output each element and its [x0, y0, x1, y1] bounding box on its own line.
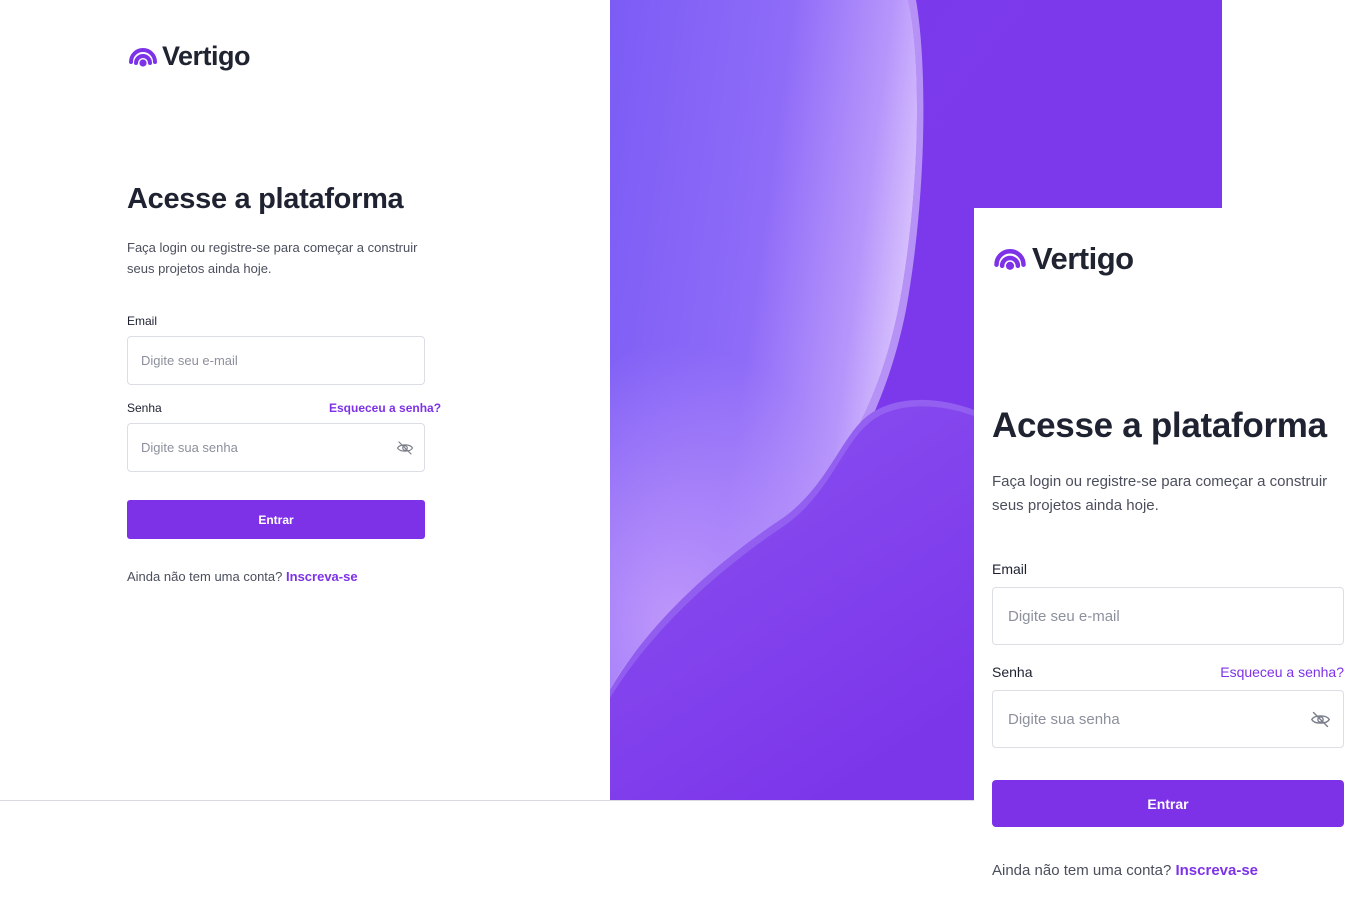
password-field-container — [992, 690, 1344, 748]
email-field-container — [992, 587, 1344, 645]
mobile-login-panel: Vertigo Acesse a plataforma Faça login o… — [974, 208, 1362, 910]
eye-off-icon[interactable] — [1310, 709, 1331, 730]
email-label: Email — [992, 561, 1028, 577]
page-subtitle: Faça login ou registre-se para começar a… — [127, 240, 418, 276]
password-input[interactable] — [139, 439, 396, 456]
signup-prompt: Ainda não tem uma conta? Inscreva-se — [127, 569, 358, 584]
page-title: Acesse a plataforma — [992, 406, 1327, 445]
email-input[interactable] — [1006, 606, 1330, 626]
desktop-login-panel: Vertigo Acesse a plataforma Faça login o… — [0, 0, 610, 800]
password-input[interactable] — [1006, 709, 1310, 729]
submit-button[interactable]: Entrar — [992, 780, 1344, 827]
page-subtitle: Faça login ou registre-se para começar a… — [992, 473, 1328, 514]
brand-logo-mobile[interactable]: Vertigo — [992, 239, 1134, 278]
signup-link[interactable]: Inscreva-se — [286, 569, 358, 584]
forgot-password-link[interactable]: Esqueceu a senha? — [329, 401, 441, 415]
divider — [0, 800, 974, 801]
signup-link[interactable]: Inscreva-se — [1175, 862, 1258, 879]
email-input[interactable] — [139, 352, 413, 369]
signup-prompt: Ainda não tem uma conta? Inscreva-se — [992, 862, 1258, 879]
vertigo-logo-icon — [129, 48, 157, 67]
brand-name: Vertigo — [162, 41, 251, 71]
forgot-password-link[interactable]: Esqueceu a senha? — [1220, 664, 1344, 680]
password-label: Senha — [992, 664, 1033, 680]
password-label: Senha — [127, 401, 162, 415]
email-label: Email — [127, 314, 158, 328]
email-field-container — [127, 336, 425, 385]
password-field-container — [127, 423, 425, 472]
signup-prompt-text: Ainda não tem uma conta? — [992, 862, 1172, 879]
brand-name: Vertigo — [1032, 240, 1134, 276]
submit-button[interactable]: Entrar — [127, 500, 425, 539]
page-title: Acesse a plataforma — [127, 183, 404, 215]
brand-logo[interactable]: Vertigo — [127, 40, 251, 73]
vertigo-logo-icon — [994, 248, 1026, 270]
signup-prompt-text: Ainda não tem uma conta? — [127, 569, 283, 584]
eye-off-icon[interactable] — [396, 439, 414, 457]
